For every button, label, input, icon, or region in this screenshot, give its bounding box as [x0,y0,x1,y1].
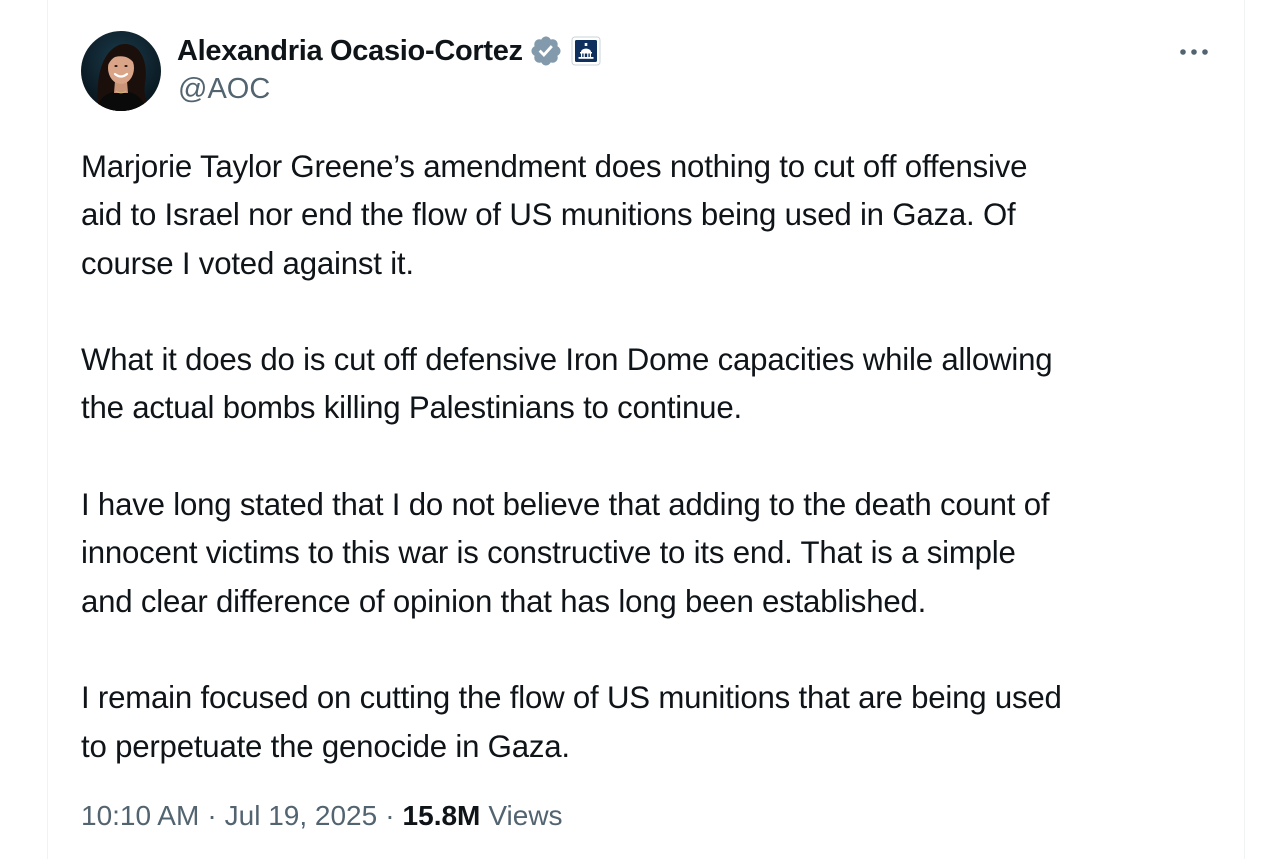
more-options-icon[interactable] [1178,40,1210,64]
page: Alexandria Ocasio-Cortez @AOC Marjorie T… [0,0,1264,859]
us-capitol-badge-icon[interactable] [571,36,601,66]
tweet-paragraph: I have long stated that I do not believe… [81,487,1050,619]
tweet-paragraph: I remain focused on cutting the flow of … [81,680,1062,764]
views-label[interactable]: Views [488,800,562,832]
verified-badge-icon[interactable] [529,34,563,68]
tweet-time[interactable]: 10:10 AM [81,800,199,832]
avatar[interactable] [81,31,161,111]
views-count[interactable]: 15.8M [403,800,481,832]
tweet-paragraph: What it does do is cut off defensive Iro… [81,342,1053,426]
author-display-name[interactable]: Alexandria Ocasio-Cortez [177,35,523,68]
tweet-meta: 10:10 AM · Jul 19, 2025 · 15.8M Views [81,800,563,832]
author-handle[interactable]: @AOC [178,73,270,106]
meta-separator: · [207,800,217,831]
profile-photo [81,31,161,111]
tweet-text: Marjorie Taylor Greene’s amendment does … [81,143,1221,819]
meta-separator: · [385,800,395,831]
tweet-date[interactable]: Jul 19, 2025 [225,800,378,832]
author-name-row: Alexandria Ocasio-Cortez [177,30,601,72]
tweet-paragraph: Marjorie Taylor Greene’s amendment does … [81,149,1028,281]
